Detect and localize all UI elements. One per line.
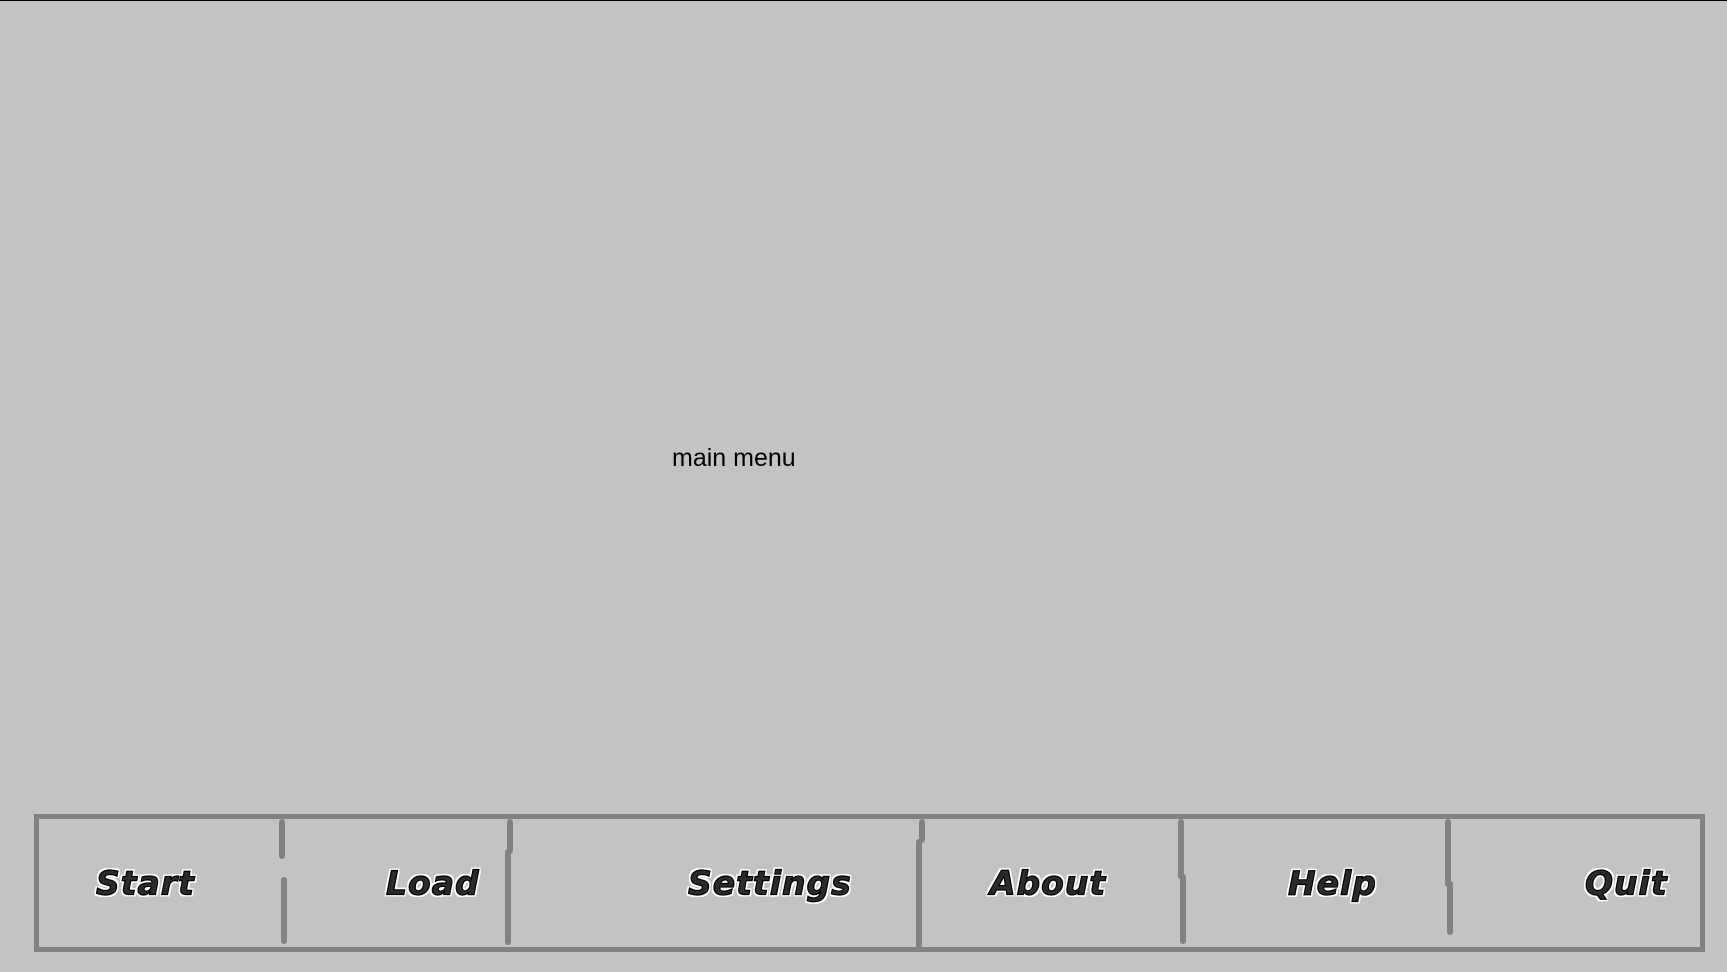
- menu-divider: [1180, 874, 1186, 944]
- start-button[interactable]: Start: [39, 819, 283, 947]
- menu-divider: [916, 839, 922, 950]
- settings-button-label: Settings: [687, 863, 852, 903]
- start-button-label: Start: [95, 863, 195, 903]
- help-button[interactable]: Help: [1181, 819, 1449, 947]
- about-button[interactable]: About: [921, 819, 1181, 947]
- help-button-label: Help: [1287, 863, 1377, 903]
- screen-title: main menu: [672, 444, 796, 472]
- menu-divider: [1445, 819, 1451, 887]
- load-button-label: Load: [385, 863, 480, 903]
- quit-button[interactable]: Quit: [1449, 819, 1700, 947]
- menu-divider: [505, 849, 511, 945]
- menu-divider: [279, 819, 285, 859]
- menu-bar: Start Load Settings About Help Quit: [34, 814, 1705, 952]
- about-button-label: About: [989, 863, 1107, 903]
- menu-divider: [1447, 881, 1453, 935]
- menu-divider: [1178, 819, 1184, 879]
- main-menu-screen: main menu Start Load Settings About Help…: [0, 0, 1727, 972]
- settings-button[interactable]: Settings: [510, 819, 921, 947]
- menu-divider: [281, 877, 287, 944]
- quit-button-label: Quit: [1584, 863, 1668, 903]
- load-button[interactable]: Load: [283, 819, 510, 947]
